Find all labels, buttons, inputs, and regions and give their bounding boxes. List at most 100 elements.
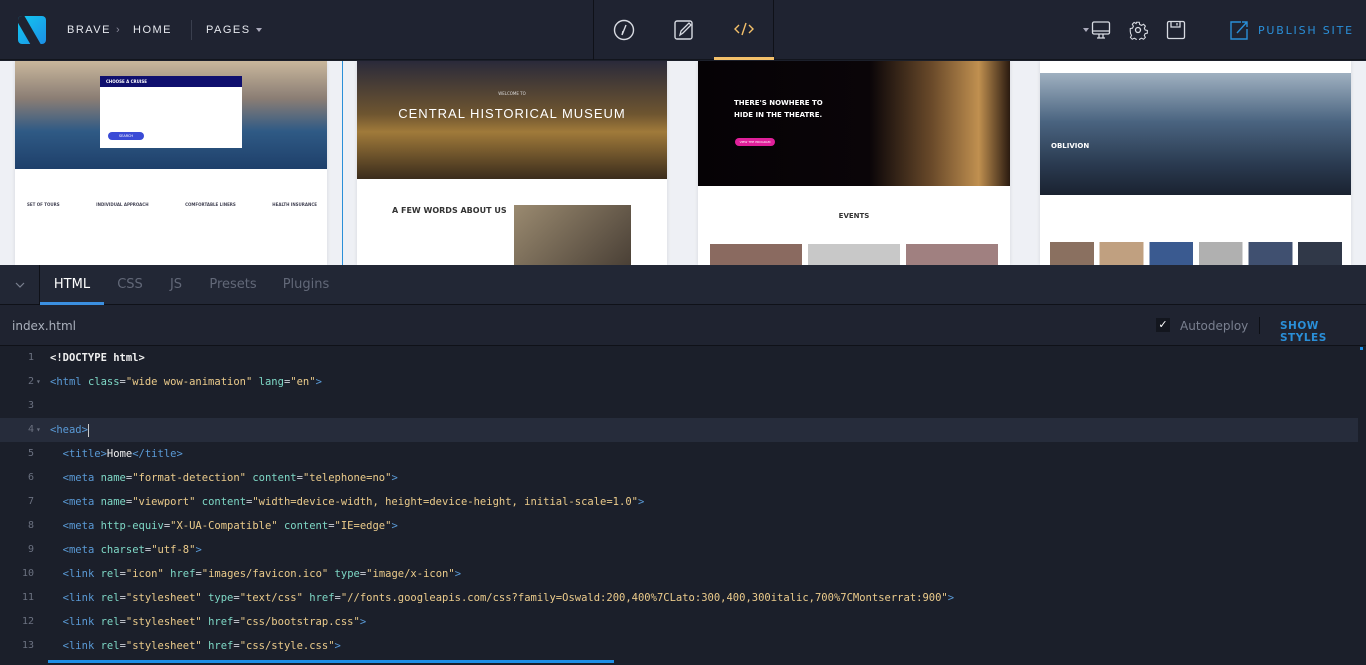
- line-number: 7: [27, 496, 34, 507]
- code-token-attr: lang: [258, 376, 284, 388]
- code-line[interactable]: 7 <meta name="viewport" content="width=d…: [0, 490, 1358, 514]
- code-token-attr: http-equiv: [100, 520, 164, 532]
- code-token-tag: <head>: [50, 424, 88, 436]
- code-line[interactable]: 1 <!DOCTYPE html>: [0, 346, 1358, 370]
- code-line[interactable]: 9 <meta charset="utf-8">: [0, 538, 1358, 562]
- page-thumbnail-cruise[interactable]: CHOOSE A CRUISE SEARCH SET OF TOURS INDI…: [15, 61, 327, 265]
- code-token-str: "stylesheet": [125, 640, 202, 652]
- tab-css[interactable]: CSS: [112, 265, 148, 305]
- code-token-attr: type: [208, 592, 234, 604]
- desktop-view-button[interactable]: [1090, 19, 1112, 41]
- features-row: SET OF TOURS INDIVIDUAL APPROACH COMFORT…: [27, 202, 317, 207]
- tab-plugins[interactable]: Plugins: [278, 265, 334, 305]
- tab-js[interactable]: JS: [162, 265, 190, 305]
- floppy-disk-icon: [1166, 20, 1186, 40]
- code-text: <meta name="format-detection" content="t…: [50, 466, 398, 490]
- divider: [191, 20, 192, 40]
- code-token-tag: <link: [62, 616, 95, 628]
- selected-divider: [342, 61, 343, 265]
- code-text: <head>: [50, 418, 89, 442]
- code-token-attr: content: [252, 472, 297, 484]
- code-token-attr: type: [334, 568, 360, 580]
- code-line[interactable]: 4 ▾ <head>: [0, 418, 1358, 442]
- brand-logo[interactable]: [18, 16, 46, 44]
- tab-html[interactable]: HTML: [40, 265, 104, 305]
- code-line[interactable]: 10 <link rel="icon" href="images/favicon…: [0, 562, 1358, 586]
- code-token-attr: href: [208, 640, 234, 652]
- tab-presets[interactable]: Presets: [204, 265, 262, 305]
- code-line[interactable]: 5 <title>Home</title>: [0, 442, 1358, 466]
- code-token-attr: name: [100, 496, 126, 508]
- pages-dropdown[interactable]: PAGES: [206, 24, 262, 36]
- breadcrumb-brand[interactable]: BRAVE: [67, 24, 111, 36]
- code-line[interactable]: 2 ▾ <html class="wide wow-animation" lang=…: [0, 370, 1358, 394]
- code-token-txt: Home: [106, 448, 133, 460]
- code-text: <title>Home</title>: [50, 442, 183, 466]
- feature-label: COMFORTABLE LINERS: [185, 202, 236, 207]
- horizontal-scrollbar[interactable]: [48, 660, 614, 663]
- code-token-attr: href: [309, 592, 335, 604]
- publish-site-button[interactable]: PUBLISH SITE: [1258, 24, 1354, 37]
- hero-button: VIEW THE PROGRAM: [735, 138, 775, 146]
- code-token-str: "telephone=no": [302, 472, 392, 484]
- code-token-pun: [50, 448, 63, 460]
- autodeploy-checkbox[interactable]: ✓: [1156, 318, 1170, 332]
- publish-icon-button[interactable]: [1228, 19, 1250, 41]
- code-token-tag: <meta: [62, 520, 95, 532]
- hero-image: [698, 61, 1010, 186]
- line-number: 10: [21, 568, 34, 579]
- top-bar: BRAVE › HOME PAGES PUBLISH SITE: [0, 0, 1366, 60]
- line-number: 12: [21, 616, 34, 627]
- line-number: 3: [27, 400, 34, 411]
- code-token-str: "images/favicon.ico": [201, 568, 329, 580]
- show-styles-button[interactable]: SHOW STYLES: [1280, 320, 1366, 344]
- fold-toggle-icon[interactable]: ▾: [36, 418, 41, 442]
- code-mode-button[interactable]: [714, 0, 774, 60]
- device-dropdown-caret-icon[interactable]: [1083, 28, 1089, 32]
- code-token-str: "viewport": [132, 496, 196, 508]
- code-token-attr: content: [201, 496, 247, 508]
- collapse-panel-button[interactable]: [0, 265, 40, 305]
- code-line[interactable]: 6 <meta name="format-detection" content=…: [0, 466, 1358, 490]
- design-mode-button[interactable]: [594, 0, 654, 60]
- fold-toggle-icon[interactable]: ▾: [36, 370, 41, 394]
- pages-label: PAGES: [206, 24, 251, 36]
- code-line[interactable]: 8 <meta http-equiv="X-UA-Compatible" con…: [0, 514, 1358, 538]
- line-number: 8: [27, 520, 34, 531]
- code-editor[interactable]: 1 <!DOCTYPE html> 2 ▾ <html class="wide wow-…: [0, 346, 1366, 665]
- code-token-str: "stylesheet": [125, 592, 202, 604]
- edit-mode-button[interactable]: [654, 0, 714, 60]
- save-button[interactable]: [1165, 19, 1187, 41]
- code-token-tag: >: [315, 376, 322, 388]
- code-token-tag: >: [391, 472, 398, 484]
- code-token-pun: [50, 472, 63, 484]
- code-token-attr: charset: [100, 544, 145, 556]
- settings-button[interactable]: [1127, 19, 1149, 41]
- page-thumbnail-movies[interactable]: OBLIVION: [1040, 61, 1351, 265]
- code-token-str: "utf-8": [151, 544, 196, 556]
- code-token-attr: class: [87, 376, 120, 388]
- code-line[interactable]: 12 <link rel="stylesheet" href="css/boot…: [0, 610, 1358, 634]
- code-line[interactable]: 11 <link rel="stylesheet" type="text/css…: [0, 586, 1358, 610]
- page-thumbnail-museum[interactable]: WELCOME TO CENTRAL HISTORICAL MUSEUM A F…: [357, 61, 667, 265]
- event-image: [710, 244, 802, 265]
- mode-switcher: [593, 0, 774, 60]
- code-line[interactable]: 3: [0, 394, 1358, 418]
- breadcrumb-page[interactable]: HOME: [133, 24, 172, 36]
- checkmark-icon: ✓: [1158, 318, 1168, 331]
- vertical-scrollbar[interactable]: [1360, 347, 1363, 350]
- code-token-tag: </title>: [132, 448, 183, 460]
- code-token-str: "IE=edge": [334, 520, 392, 532]
- line-number: 5: [27, 448, 34, 459]
- code-text: <meta http-equiv="X-UA-Compatible" conte…: [50, 514, 398, 538]
- code-token-pun: [50, 616, 63, 628]
- code-token-pun: [50, 520, 63, 532]
- code-text: <link rel="stylesheet" href="css/style.c…: [50, 634, 341, 658]
- code-line[interactable]: 13 <link rel="stylesheet" href="css/styl…: [0, 634, 1358, 658]
- page-thumbnail-theatre[interactable]: THERE'S NOWHERE TO HIDE IN THE THEATRE. …: [698, 61, 1010, 265]
- autodeploy-label[interactable]: Autodeploy: [1180, 319, 1248, 333]
- code-icon: [734, 22, 754, 35]
- code-token-tag: >: [454, 568, 462, 580]
- code-token-tag: <meta: [62, 472, 95, 484]
- form-title: CHOOSE A CRUISE: [100, 76, 242, 87]
